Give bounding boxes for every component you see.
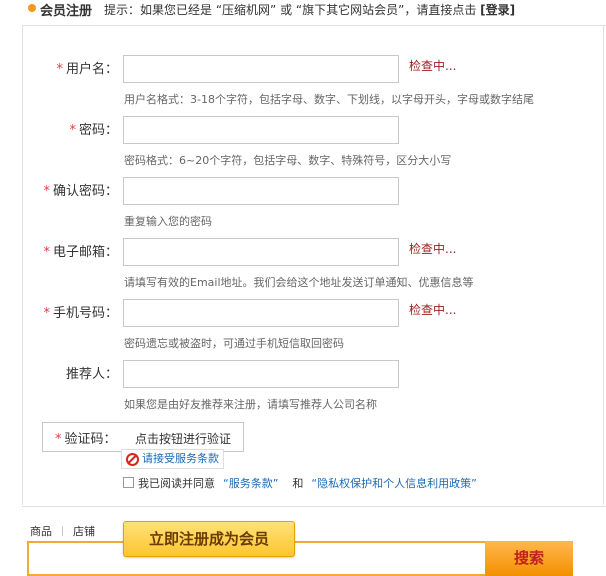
page-header: 会员注册 提示：如果您已经是 “压缩机网” 或 “旗下其它网站会员”，请直接点击… bbox=[0, 0, 606, 20]
username-hint: 用户名格式：3-18个字符，包括字母、数字、下划线，以字母开头，字母或数字结尾 bbox=[124, 93, 534, 106]
agree-text: 我已阅读并同意 bbox=[138, 477, 215, 490]
captcha-verify-button[interactable]: 点击按钮进行验证 bbox=[135, 430, 231, 447]
register-button[interactable]: 立即注册成为会员 bbox=[123, 521, 295, 557]
password-label: * 密码： bbox=[69, 123, 118, 138]
password-hint: 密码格式：6~20个字符，包括字母、数字、特殊符号，区分大小写 bbox=[124, 154, 452, 167]
search-button[interactable]: 搜索 bbox=[485, 541, 573, 576]
login-tip: 提示：如果您已经是 “压缩机网” 或 “旗下其它网站会员”，请直接点击 [登录] bbox=[104, 1, 515, 18]
form-left-border bbox=[22, 25, 23, 505]
email-label: * 电子邮箱： bbox=[43, 245, 118, 260]
phone-input[interactable] bbox=[123, 299, 399, 327]
terms-warning-text: 请接受服务条款 bbox=[142, 452, 219, 465]
terms-warning: 请接受服务条款 bbox=[121, 449, 224, 469]
referrer-hint: 如果您是由好友推荐来注册，请填写推荐人公司名称 bbox=[124, 398, 377, 411]
phone-label: * 手机号码： bbox=[43, 306, 118, 321]
required-mark: * bbox=[43, 184, 50, 199]
tab-products[interactable]: 商品 bbox=[30, 523, 52, 539]
required-mark: * bbox=[43, 245, 50, 260]
header-divider bbox=[22, 25, 606, 26]
confirm-password-label: * 确认密码： bbox=[43, 184, 118, 199]
page-title: 会员注册 bbox=[40, 4, 93, 19]
privacy-policy-link[interactable]: “隐私权保护和个人信息利用政策” bbox=[311, 477, 476, 490]
email-status: 检查中... bbox=[409, 242, 457, 256]
email-input[interactable] bbox=[123, 238, 399, 266]
referrer-input[interactable] bbox=[123, 360, 399, 388]
agree-row: 我已阅读并同意 “服务条款” 和 “隐私权保护和个人信息利用政策” bbox=[123, 475, 477, 491]
service-terms-link[interactable]: “服务条款” bbox=[223, 477, 278, 490]
required-mark: * bbox=[69, 123, 76, 138]
password-input[interactable] bbox=[123, 116, 399, 144]
captcha-box: * 验证码： 点击按钮进行验证 bbox=[42, 422, 244, 452]
confirm-password-input[interactable] bbox=[123, 177, 399, 205]
tab-shops[interactable]: 店铺 bbox=[73, 523, 95, 539]
login-link[interactable]: [登录] bbox=[480, 3, 515, 17]
form-right-border bbox=[603, 25, 604, 505]
phone-hint: 密码遗忘或被盗时，可通过手机短信取回密码 bbox=[124, 337, 344, 350]
required-mark: * bbox=[55, 432, 62, 447]
login-tip-text: 提示：如果您已经是 “压缩机网” 或 “旗下其它网站会员”，请直接点击 bbox=[104, 3, 477, 17]
prohibited-icon bbox=[126, 453, 139, 466]
email-hint: 请填写有效的Email地址。我们会给这个地址发送订单通知、优惠信息等 bbox=[124, 276, 474, 289]
username-label: * 用户名： bbox=[56, 62, 118, 77]
tab-separator bbox=[62, 526, 63, 536]
phone-status: 检查中... bbox=[409, 303, 457, 317]
bullet-icon bbox=[28, 4, 36, 12]
username-status: 检查中... bbox=[409, 59, 457, 73]
confirm-password-hint: 重复输入您的密码 bbox=[124, 215, 212, 228]
required-mark: * bbox=[43, 306, 50, 321]
referrer-label: 推荐人： bbox=[65, 367, 118, 382]
footer-divider bbox=[22, 506, 606, 507]
agree-checkbox[interactable] bbox=[123, 477, 134, 488]
required-mark: * bbox=[56, 62, 63, 77]
username-input[interactable] bbox=[123, 55, 399, 83]
agree-and-text: 和 bbox=[292, 477, 304, 490]
search-tabs: 商品 店铺 bbox=[30, 523, 95, 539]
captcha-label: * 验证码： bbox=[55, 432, 117, 447]
